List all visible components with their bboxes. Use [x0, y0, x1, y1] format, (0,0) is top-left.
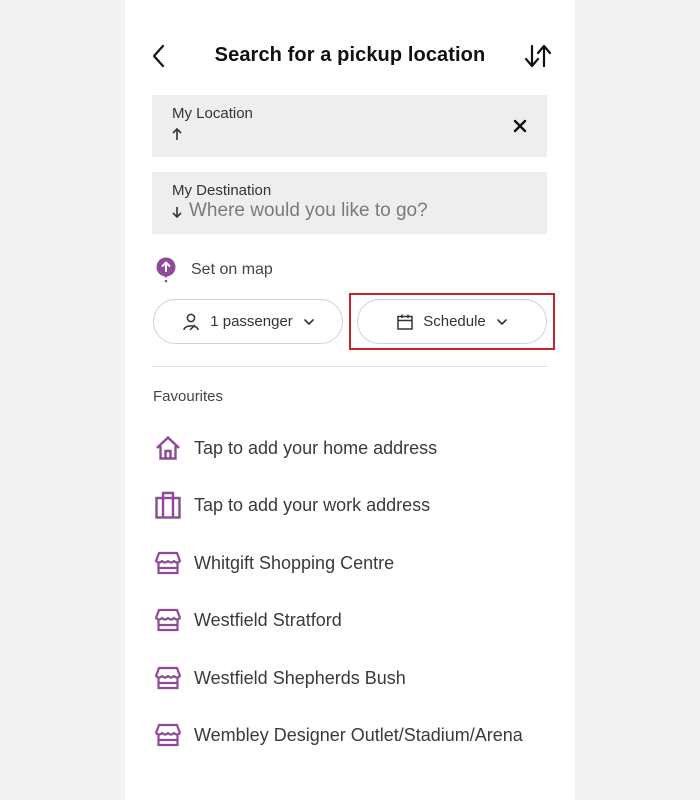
my-location-field[interactable]: My Location	[152, 95, 547, 157]
my-destination-field[interactable]: My Destination	[152, 172, 547, 234]
calendar-icon	[397, 314, 413, 330]
my-location-label: My Location	[172, 105, 253, 122]
favourite-item-place[interactable]: Westfield Stratford	[153, 600, 548, 640]
swap-vertical-icon	[524, 44, 552, 68]
store-icon	[154, 723, 182, 747]
pickup-search-panel: Search for a pickup location My Location…	[125, 0, 575, 800]
my-location-input[interactable]	[189, 123, 509, 145]
header: Search for a pickup location	[125, 36, 575, 76]
favourites-heading: Favourites	[153, 388, 224, 405]
map-pin-icon	[156, 257, 176, 283]
store-icon	[154, 551, 182, 575]
my-destination-label: My Destination	[172, 182, 272, 199]
clear-location-button[interactable]	[512, 118, 528, 134]
favourite-item-label: Westfield Stratford	[194, 609, 342, 630]
home-icon	[156, 435, 180, 460]
favourite-item-work[interactable]: Tap to add your work address	[153, 485, 548, 525]
close-icon	[513, 119, 527, 133]
favourite-item-home[interactable]: Tap to add your home address	[153, 428, 548, 468]
favourite-item-place[interactable]: Whitgift Shopping Centre	[153, 543, 548, 583]
schedule-dropdown[interactable]: Schedule	[357, 299, 547, 344]
set-on-map-button[interactable]: Set on map	[155, 256, 273, 284]
briefcase-icon	[155, 491, 181, 519]
favourite-item-label: Whitgift Shopping Centre	[194, 552, 395, 573]
passenger-count-label: 1 passenger	[210, 313, 293, 330]
favourite-item-place[interactable]: Westfield Shepherds Bush	[153, 658, 548, 698]
person-icon	[183, 313, 199, 331]
favourite-item-label: Tap to add your home address	[194, 437, 438, 458]
schedule-label: Schedule	[423, 313, 486, 330]
favourite-item-label: Westfield Shepherds Bush	[194, 667, 406, 688]
favourite-item-label: Tap to add your work address	[194, 494, 431, 515]
favourite-item-label: Wembley Designer Outlet/Stadium/Arena	[194, 724, 523, 745]
arrow-down-icon	[172, 207, 182, 219]
passenger-count-dropdown[interactable]: 1 passenger	[153, 299, 343, 344]
chevron-down-icon	[303, 318, 314, 325]
chevron-down-icon	[496, 318, 507, 325]
arrow-up-icon	[172, 127, 182, 140]
swap-locations-button[interactable]	[523, 42, 553, 70]
store-icon	[154, 666, 182, 690]
favourite-item-place[interactable]: Wembley Designer Outlet/Stadium/Arena	[153, 715, 548, 755]
divider	[152, 366, 547, 367]
destination-input[interactable]	[189, 200, 509, 222]
page-title: Search for a pickup location	[214, 44, 486, 66]
set-on-map-label: Set on map	[191, 261, 273, 278]
store-icon	[154, 608, 182, 632]
